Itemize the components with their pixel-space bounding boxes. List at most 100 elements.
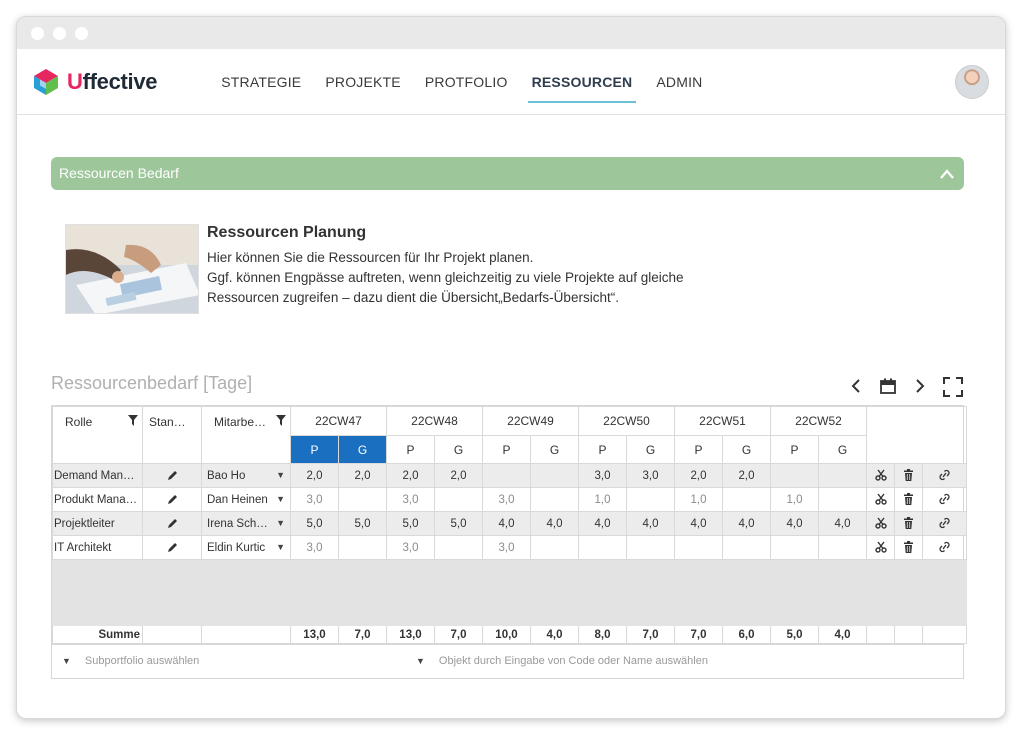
cell-value[interactable]: 3,0	[482, 535, 531, 560]
cell-value[interactable]	[626, 535, 675, 560]
cell-value[interactable]	[722, 535, 771, 560]
link-icon[interactable]	[921, 463, 968, 488]
section-header-ressourcen-bedarf[interactable]: Ressourcen Bedarf	[51, 157, 964, 190]
cell-value[interactable]	[434, 535, 483, 560]
chevron-left-icon[interactable]	[847, 377, 865, 395]
cell-value[interactable]: 3,0	[290, 487, 339, 512]
pencil-icon[interactable]	[142, 535, 202, 560]
cell-role[interactable]: Demand Man…	[52, 463, 143, 488]
trash-icon[interactable]	[894, 535, 923, 560]
cell-value[interactable]: 2,0	[722, 463, 771, 488]
cell-value[interactable]: 1,0	[770, 487, 819, 512]
actual-subheader[interactable]: G	[626, 435, 675, 464]
split-icon[interactable]	[866, 511, 895, 536]
cell-value[interactable]: 4,0	[578, 511, 627, 536]
fullscreen-icon[interactable]	[943, 377, 963, 397]
cell-role[interactable]: IT Architekt	[52, 535, 143, 560]
trash-icon[interactable]	[894, 511, 923, 536]
col-header-rolle[interactable]: Rolle	[52, 406, 143, 464]
cell-value[interactable]: 4,0	[674, 511, 723, 536]
filter-icon[interactable]	[128, 415, 138, 429]
cell-value[interactable]: 4,0	[770, 511, 819, 536]
cell-value[interactable]: 3,0	[386, 487, 435, 512]
cell-value[interactable]: 5,0	[338, 511, 387, 536]
cell-value[interactable]	[770, 463, 819, 488]
nav-admin[interactable]: ADMIN	[644, 49, 714, 115]
cell-value[interactable]	[818, 535, 867, 560]
cell-role[interactable]: Produkt Mana…	[52, 487, 143, 512]
cell-value[interactable]	[626, 487, 675, 512]
cell-value[interactable]	[338, 535, 387, 560]
cell-value[interactable]	[722, 487, 771, 512]
cell-value[interactable]: 2,0	[338, 463, 387, 488]
cell-value[interactable]: 2,0	[386, 463, 435, 488]
cell-value[interactable]: 2,0	[674, 463, 723, 488]
cell-employee[interactable]: Irena Sch… ▼	[201, 511, 291, 536]
window-dot-minimize[interactable]	[53, 26, 66, 40]
cell-employee[interactable]: Eldin Kurtic ▼	[201, 535, 291, 560]
caret-down-icon[interactable]: ▼	[276, 542, 285, 552]
table-row[interactable]: IT Architekt Eldin Kurtic ▼ 3,0 3,0 3,0	[52, 535, 968, 560]
window-dot-close[interactable]	[31, 26, 44, 40]
link-icon[interactable]	[921, 511, 968, 536]
cell-value[interactable]	[530, 535, 579, 560]
actual-subheader[interactable]: G	[722, 435, 771, 464]
cell-value[interactable]: 5,0	[290, 511, 339, 536]
nav-projekte[interactable]: PROJEKTE	[313, 49, 413, 115]
calendar-icon[interactable]	[879, 377, 897, 395]
link-icon[interactable]	[921, 487, 968, 512]
trash-icon[interactable]	[894, 463, 923, 488]
nav-strategie[interactable]: STRATEGIE	[209, 49, 313, 115]
split-icon[interactable]	[866, 487, 895, 512]
cell-value[interactable]: 2,0	[290, 463, 339, 488]
actual-subheader[interactable]: G	[338, 435, 387, 464]
table-row[interactable]: Produkt Mana… Dan Heinen ▼ 3,0 3,0 3,0 1,0 1,0 1…	[52, 487, 968, 512]
cell-value[interactable]	[818, 487, 867, 512]
plan-subheader[interactable]: P	[290, 435, 339, 464]
table-row[interactable]: Projektleiter Irena Sch… ▼ 5,0 5,0 5,0 5,0 4,0 4…	[52, 511, 968, 536]
plan-subheader[interactable]: P	[386, 435, 435, 464]
cell-value[interactable]: 5,0	[434, 511, 483, 536]
cell-value[interactable]: 3,0	[578, 463, 627, 488]
cell-value[interactable]	[530, 487, 579, 512]
cell-value[interactable]: 4,0	[530, 511, 579, 536]
cell-value[interactable]: 4,0	[722, 511, 771, 536]
cell-value[interactable]	[434, 487, 483, 512]
cell-employee[interactable]: Bao Ho ▼	[201, 463, 291, 488]
col-header-mitarbeiter[interactable]: Mitarbe…	[201, 406, 291, 464]
table-row[interactable]: Demand Man… Bao Ho ▼ 2,0 2,0 2,0 2,0 3,0 3,0 2,0 2…	[52, 463, 968, 488]
pencil-icon[interactable]	[142, 463, 202, 488]
plan-subheader[interactable]: P	[578, 435, 627, 464]
cell-value[interactable]: 4,0	[482, 511, 531, 536]
cell-value[interactable]: 4,0	[626, 511, 675, 536]
app-logo[interactable]: Uffective	[31, 67, 158, 97]
cell-employee[interactable]: Dan Heinen ▼	[201, 487, 291, 512]
plan-subheader[interactable]: P	[674, 435, 723, 464]
pencil-icon[interactable]	[142, 487, 202, 512]
cell-value[interactable]: 3,0	[290, 535, 339, 560]
split-icon[interactable]	[866, 535, 895, 560]
cell-value[interactable]	[770, 535, 819, 560]
caret-down-icon[interactable]: ▼	[276, 518, 285, 528]
cell-value[interactable]: 1,0	[674, 487, 723, 512]
caret-down-icon[interactable]: ▼	[276, 494, 285, 504]
caret-down-icon[interactable]: ▼	[276, 470, 285, 480]
nav-ressourcen[interactable]: RESSOURCEN	[520, 49, 645, 115]
cell-value[interactable]	[482, 463, 531, 488]
cell-value[interactable]: 1,0	[578, 487, 627, 512]
split-icon[interactable]	[866, 463, 895, 488]
cell-role[interactable]: Projektleiter	[52, 511, 143, 536]
cell-value[interactable]: 3,0	[386, 535, 435, 560]
cell-value[interactable]: 4,0	[818, 511, 867, 536]
nav-protfolio[interactable]: PROTFOLIO	[413, 49, 520, 115]
trash-icon[interactable]	[894, 487, 923, 512]
filter-icon[interactable]	[276, 415, 286, 429]
pencil-icon[interactable]	[142, 511, 202, 536]
cell-value[interactable]: 3,0	[482, 487, 531, 512]
user-avatar[interactable]	[955, 65, 989, 99]
plan-subheader[interactable]: P	[770, 435, 819, 464]
cell-value[interactable]	[578, 535, 627, 560]
window-dot-maximize[interactable]	[75, 26, 88, 40]
object-select[interactable]: ▼ Objekt durch Eingabe von Code oder Name…	[416, 655, 708, 667]
chevron-right-icon[interactable]	[911, 377, 929, 395]
